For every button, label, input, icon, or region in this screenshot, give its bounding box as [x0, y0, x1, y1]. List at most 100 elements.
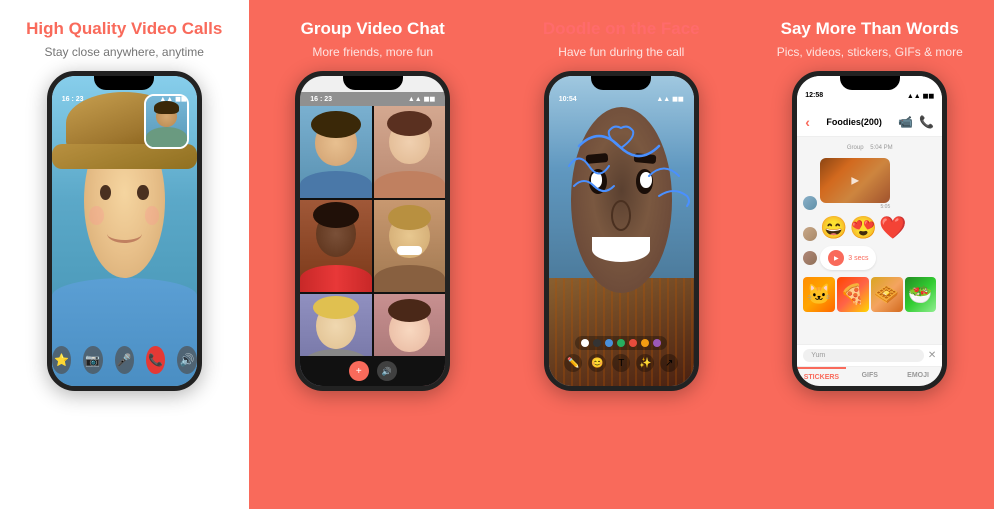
chat-input-bar: Yum ✕: [797, 344, 942, 366]
time-display-3: 10:54: [559, 96, 577, 103]
input-placeholder: Yum: [811, 352, 825, 359]
time-display-1: 16 : 23: [62, 96, 84, 103]
back-button[interactable]: ‹: [805, 114, 810, 130]
status-bar-1: 16 : 23 ▲▲ ◼◼: [52, 92, 197, 106]
sticker-green[interactable]: 🥗: [905, 277, 937, 312]
phone-1-notch: [94, 76, 154, 90]
brush-tool[interactable]: ✏️: [564, 354, 582, 372]
chat-time: 12:58: [805, 92, 823, 100]
chat-tabs: STICKERS GIFS EMOJI: [797, 366, 942, 386]
sender-avatar-2: [803, 227, 817, 241]
star-button[interactable]: ⭐: [52, 346, 71, 374]
signal-icons-2: ▲▲ ◼◼: [408, 95, 435, 103]
sticker-garfield[interactable]: 🐱: [803, 277, 835, 312]
camera-button[interactable]: 📷: [83, 346, 102, 374]
doodle-controls: ✏️ 😊 T ✨ ↗: [549, 336, 694, 372]
tab-gifs[interactable]: GIFS: [846, 367, 894, 386]
end-call-button[interactable]: 📞: [146, 346, 165, 374]
color-green[interactable]: [617, 339, 625, 347]
phone-2-notch: [343, 76, 403, 90]
group-name: Foodies(200): [826, 117, 882, 127]
phone-3: 10:54 ▲▲ ◼◼: [544, 71, 699, 391]
phone-2-screen: 16 : 23 ▲▲ ◼◼: [300, 76, 445, 386]
image-bubble: 5:05: [820, 158, 890, 210]
panel-4-subtitle: Pics, videos, stickers, GIFs & more: [777, 45, 963, 59]
panel-2-title: Group Video Chat: [301, 18, 445, 40]
call-controls: ⭐ 📷 🎤 📞 🔊: [52, 346, 197, 374]
emoji-bubble: 😄 😍 ❤️: [820, 215, 906, 241]
voice-message: ▶ 3 secs: [803, 246, 936, 270]
panel-video-calls: High Quality Video Calls Stay close anyw…: [0, 0, 249, 509]
text-tool[interactable]: T: [612, 354, 630, 372]
phone-4: 12:58 ▲▲ ◼◼ ‹ Foodies(200) 📹 📞 Group 5:0…: [792, 71, 947, 391]
chat-screen: 12:58 ▲▲ ◼◼ ‹ Foodies(200) 📹 📞 Group 5:0…: [797, 76, 942, 386]
group-call-bottom-bar: + 🔊: [300, 356, 445, 386]
food-image-thumbnail[interactable]: [820, 158, 890, 203]
share-tool[interactable]: ↗: [660, 354, 678, 372]
color-white[interactable]: [581, 339, 589, 347]
voice-bubble[interactable]: ▶ 3 secs: [820, 246, 876, 270]
speaker-button[interactable]: 🔊: [177, 346, 196, 374]
chat-header: ‹ Foodies(200) 📹 📞: [797, 102, 942, 137]
panel-2-subtitle: More friends, more fun: [312, 45, 433, 59]
close-input-icon[interactable]: ✕: [928, 350, 936, 361]
color-blue[interactable]: [605, 339, 613, 347]
video-call-icon[interactable]: 📹: [898, 115, 913, 129]
color-picker[interactable]: [575, 336, 667, 350]
panel-3-subtitle: Have fun during the call: [558, 45, 684, 59]
sticker-waffle[interactable]: 🧇: [871, 277, 903, 312]
status-bar-3: 10:54 ▲▲ ◼◼: [549, 92, 694, 106]
timestamp-label: Group 5:04 PM: [803, 145, 936, 151]
phone-call-icon[interactable]: 📞: [919, 115, 934, 129]
panel-doodle: Doodle on the Face Have fun during the c…: [497, 0, 746, 509]
panel-3-title: Doodle on the Face: [543, 18, 700, 40]
panel-1-title: High Quality Video Calls: [26, 18, 222, 40]
emoji-heart-eyes: 😍: [850, 215, 877, 241]
grid-person-3: [300, 200, 372, 292]
sticker-pizza[interactable]: 🍕: [837, 277, 869, 312]
phone-1: 16 : 23 ▲▲ ◼◼ ⭐ 📷 🎤 📞 🔊: [47, 71, 202, 391]
panel-group-video: Group Video Chat More friends, more fun …: [249, 0, 498, 509]
tab-stickers[interactable]: STICKERS: [797, 367, 845, 386]
add-person-button[interactable]: +: [349, 361, 369, 381]
status-bar-2: 16 : 23 ▲▲ ◼◼: [300, 92, 445, 106]
mute-button[interactable]: 🎤: [115, 346, 134, 374]
tab-emoji[interactable]: EMOJI: [894, 367, 942, 386]
phone-2: 16 : 23 ▲▲ ◼◼: [295, 71, 450, 391]
signal-icons-3: ▲▲ ◼◼: [656, 95, 683, 103]
effects-tool[interactable]: ✨: [636, 354, 654, 372]
received-image-message: 5:05: [803, 158, 936, 210]
phone-3-screen: 10:54 ▲▲ ◼◼: [549, 76, 694, 386]
tool-icons: ✏️ 😊 T ✨ ↗: [564, 354, 678, 372]
header-actions: 📹 📞: [898, 115, 934, 129]
panel-4-title: Say More Than Words: [781, 18, 959, 40]
emoji-message: 😄 😍 ❤️: [803, 215, 936, 241]
sticker-tool[interactable]: 😊: [588, 354, 606, 372]
voice-duration: 3 secs: [848, 255, 868, 262]
color-black[interactable]: [593, 339, 601, 347]
chat-input[interactable]: Yum: [803, 349, 924, 362]
panel-1-subtitle: Stay close anywhere, anytime: [45, 45, 204, 59]
chat-signal: ▲▲ ◼◼: [907, 92, 934, 100]
image-timestamp: 5:05: [820, 204, 890, 210]
color-red[interactable]: [629, 339, 637, 347]
grid-person-2: [374, 106, 446, 198]
grid-person-4: [374, 200, 446, 292]
sender-avatar: [803, 196, 817, 210]
phone-3-notch: [591, 76, 651, 90]
color-orange[interactable]: [641, 339, 649, 347]
group-video-grid: [300, 106, 445, 386]
emoji-smiley: 😄: [820, 215, 847, 241]
chat-messages: Group 5:04 PM 5:05 😄: [797, 137, 942, 344]
panel-chat: Say More Than Words Pics, videos, sticke…: [746, 0, 994, 509]
group-mic-button[interactable]: 🔊: [377, 361, 397, 381]
color-purple[interactable]: [653, 339, 661, 347]
time-display-2: 16 : 23: [310, 96, 332, 103]
phone-1-screen: 16 : 23 ▲▲ ◼◼ ⭐ 📷 🎤 📞 🔊: [52, 76, 197, 386]
phone-4-notch: [840, 76, 900, 90]
play-button[interactable]: ▶: [828, 250, 844, 266]
signal-icons-1: ▲▲ ◼◼: [159, 95, 186, 103]
phone-4-screen: 12:58 ▲▲ ◼◼ ‹ Foodies(200) 📹 📞 Group 5:0…: [797, 76, 942, 386]
sticker-section: 🐱 🍕 🧇 🥗: [803, 277, 936, 312]
grid-person-1: [300, 106, 372, 198]
